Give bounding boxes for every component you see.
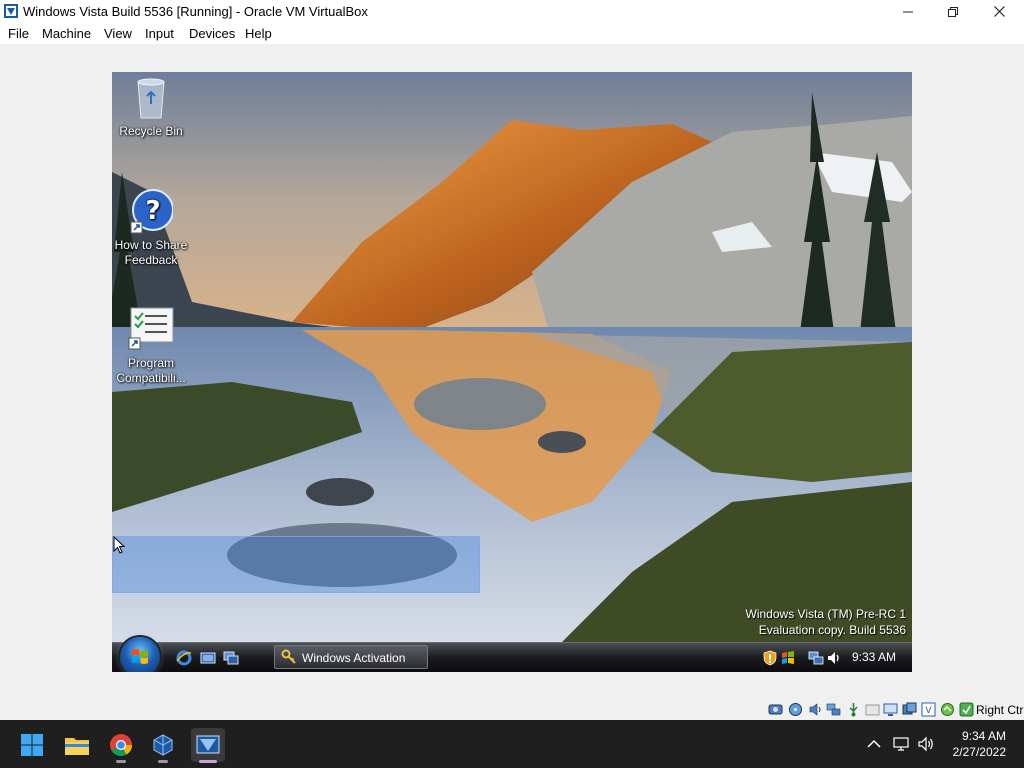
program-compatibility-icon (128, 307, 174, 350)
desktop-icon-program-compatibility[interactable]: Program Compatibili... (112, 306, 192, 386)
close-button[interactable] (976, 0, 1022, 23)
switch-windows-icon[interactable] (223, 650, 239, 666)
desktop-icon-label: How to Share Feedback (114, 238, 188, 267)
audio-icon[interactable] (808, 702, 823, 717)
close-icon (993, 6, 1005, 17)
build-watermark: Windows Vista (TM) Pre-RC 1 Evaluation c… (746, 606, 906, 638)
chevron-up-icon[interactable] (865, 735, 883, 753)
help-icon: ? (130, 189, 174, 234)
show-desktop-icon[interactable] (200, 650, 216, 666)
host-date: 2/27/2022 (952, 745, 1006, 759)
virtualbox-app-icon (4, 4, 18, 18)
virtualbox-button[interactable] (146, 728, 180, 762)
windows-start-icon (21, 734, 43, 756)
menu-view[interactable]: View (104, 26, 132, 41)
desktop-icon-recycle-bin[interactable]: Recycle Bin (112, 76, 192, 139)
host-time: 9:34 AM (961, 729, 1006, 743)
volume-icon[interactable] (826, 650, 842, 666)
menu-help[interactable]: Help (245, 26, 272, 41)
recycle-bin-icon (137, 78, 165, 119)
network-adapter-icon[interactable] (826, 702, 841, 717)
vista-clock[interactable]: 9:33 AM (852, 650, 896, 664)
host-clock[interactable]: 9:34 AM 2/27/2022 (953, 728, 1006, 760)
display-icon[interactable] (883, 702, 898, 717)
video-capture-icon[interactable] (902, 702, 917, 717)
vm-display[interactable]: Recycle Bin ? How to Share Feedback Prog… (112, 72, 912, 672)
window-title: Windows Vista Build 5536 [Running] - Ora… (23, 4, 368, 19)
menu-file[interactable]: File (8, 26, 29, 41)
file-explorer-icon (65, 738, 89, 755)
host-key-label: Right Ctrl (976, 703, 1024, 717)
windows-start-button[interactable] (15, 728, 49, 762)
windows-flag-icon[interactable] (780, 650, 796, 666)
shared-folders-icon[interactable] (865, 702, 880, 717)
desktop-icon-feedback[interactable]: ? How to Share Feedback (112, 188, 192, 268)
virtualbox-icon (153, 734, 173, 756)
window-titlebar: Windows Vista Build 5536 [Running] - Ora… (0, 0, 1024, 23)
menu-machine[interactable]: Machine (42, 26, 91, 41)
running-indicator (158, 760, 168, 763)
desktop-icon-label: Recycle Bin (119, 124, 183, 138)
volume-icon[interactable] (917, 735, 935, 753)
selection-rectangle (112, 536, 480, 593)
activation-key-icon (281, 649, 296, 664)
vista-taskbar: Windows Activation (112, 637, 912, 672)
restore-button[interactable] (930, 0, 976, 23)
active-indicator (199, 760, 217, 763)
start-orb-button[interactable] (120, 637, 160, 672)
restore-icon (948, 6, 958, 17)
chrome-icon (110, 734, 132, 756)
menu-bar: File Machine View Input Devices Help (0, 23, 1024, 44)
hard-disk-icon[interactable] (768, 702, 783, 717)
chrome-button[interactable] (104, 728, 138, 762)
watermark-line-1: Windows Vista (TM) Pre-RC 1 (745, 607, 906, 621)
svg-text:?: ? (145, 196, 160, 226)
vista-vm-button[interactable] (191, 728, 225, 762)
security-shield-icon[interactable] (763, 650, 777, 666)
file-explorer-button[interactable] (60, 728, 94, 762)
network-icon[interactable] (808, 650, 824, 666)
cpu-icon[interactable]: V (921, 702, 936, 717)
keyboard-icon[interactable] (959, 702, 974, 717)
running-indicator (116, 760, 126, 763)
menu-devices[interactable]: Devices (189, 26, 235, 41)
network-icon[interactable] (892, 735, 910, 753)
minimize-button[interactable] (885, 0, 931, 23)
usb-icon[interactable] (846, 702, 861, 717)
taskbar-button-label: Windows Activation (302, 651, 406, 665)
desktop-icon-label: Program Compatibili... (116, 356, 186, 385)
mouse-cursor-icon (113, 536, 125, 554)
taskbar-button-windows-activation[interactable]: Windows Activation (274, 645, 428, 669)
windows-logo-icon (132, 649, 148, 664)
menu-input[interactable]: Input (145, 26, 174, 41)
internet-explorer-icon[interactable] (176, 650, 192, 666)
optical-drive-icon[interactable] (788, 702, 803, 717)
vista-vm-icon (196, 735, 220, 754)
minimize-icon (903, 11, 913, 12)
mouse-integration-icon[interactable] (940, 702, 955, 717)
svg-text:V: V (925, 706, 932, 716)
watermark-line-2: Evaluation copy. Build 5536 (758, 623, 906, 637)
